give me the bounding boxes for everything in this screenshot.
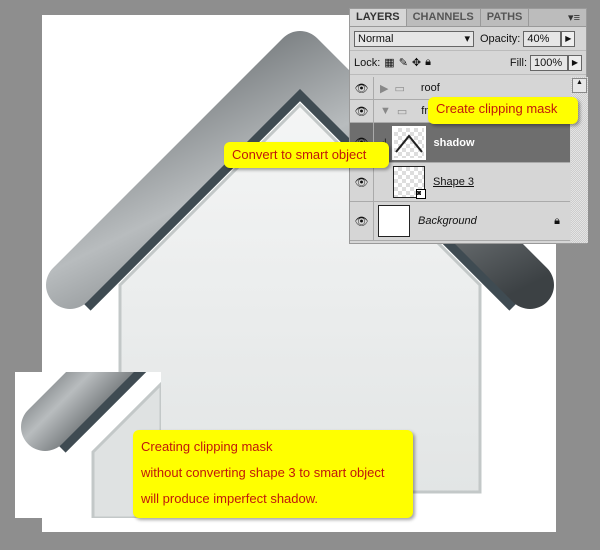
layer-name: Background — [418, 215, 477, 227]
folder-icon: ▭ — [394, 82, 405, 95]
layer-thumbnail — [378, 205, 410, 237]
layer-name: Shape 3 — [433, 176, 474, 188]
chevron-down-icon: ▾ — [464, 32, 470, 45]
lock-move-icon[interactable]: ✥ — [412, 56, 421, 69]
eye-icon[interactable]: 👁︎ — [350, 77, 374, 99]
callout-line: will produce imperfect shadow. — [141, 491, 319, 506]
lock-label: Lock: — [354, 56, 381, 69]
layer-name: shadow — [433, 136, 475, 149]
smart-object-icon: ◙ — [416, 189, 426, 199]
eye-icon[interactable]: 👁︎ — [350, 100, 374, 122]
tab-paths[interactable]: PATHS — [481, 9, 530, 26]
lock-icon: 🔒︎ — [554, 214, 560, 227]
tab-layers[interactable]: LAYERS — [350, 9, 407, 26]
eye-icon[interactable]: 👁︎ — [350, 163, 374, 201]
folder-icon: ▭ — [396, 105, 408, 118]
collapse-arrow-icon[interactable]: ▼ — [380, 105, 391, 117]
layers-panel: LAYERS CHANNELS PATHS ▾≡ Normal ▾ Opacity… — [349, 8, 588, 244]
callout-convert-smart-object: Convert to smart object — [224, 142, 389, 168]
callout-line: without converting shape 3 to smart obje… — [141, 465, 385, 480]
lock-transparency-icon[interactable]: ▦ — [384, 56, 394, 69]
opacity-slider-button[interactable]: ▶ — [561, 30, 576, 47]
expand-arrow-icon[interactable]: ▶ — [380, 82, 388, 95]
lock-brush-icon[interactable]: ✎ — [399, 56, 408, 69]
callout-line: Creating clipping mask — [141, 439, 273, 454]
layer-shape-3[interactable]: 👁︎ ◙ Shape 3 — [350, 163, 570, 202]
layer-thumbnail — [391, 125, 426, 160]
callout-create-clipping-mask: Create clipping mask — [428, 97, 578, 124]
lock-all-icon[interactable]: 🔒︎ — [425, 56, 431, 69]
scroll-up-button[interactable]: ▲ — [572, 78, 587, 93]
blend-mode-select[interactable]: Normal ▾ — [354, 30, 474, 47]
eye-icon[interactable]: 👁︎ — [350, 202, 374, 240]
layer-thumbnail: ◙ — [393, 166, 426, 199]
fill-input[interactable]: 100% — [530, 54, 568, 71]
opacity-label: Opacity: — [480, 32, 521, 45]
layer-name: roof — [420, 82, 440, 94]
fill-label: Fill: — [509, 56, 527, 69]
tab-channels[interactable]: CHANNELS — [407, 9, 481, 26]
panel-menu-icon[interactable]: ▾≡ — [562, 9, 586, 26]
fill-slider-button[interactable]: ▶ — [568, 54, 582, 71]
layer-background[interactable]: 👁︎ Background 🔒︎ — [350, 202, 570, 241]
callout-imperfect-shadow: Creating clipping mask without convertin… — [133, 430, 413, 518]
opacity-input[interactable]: 40% — [523, 30, 562, 47]
